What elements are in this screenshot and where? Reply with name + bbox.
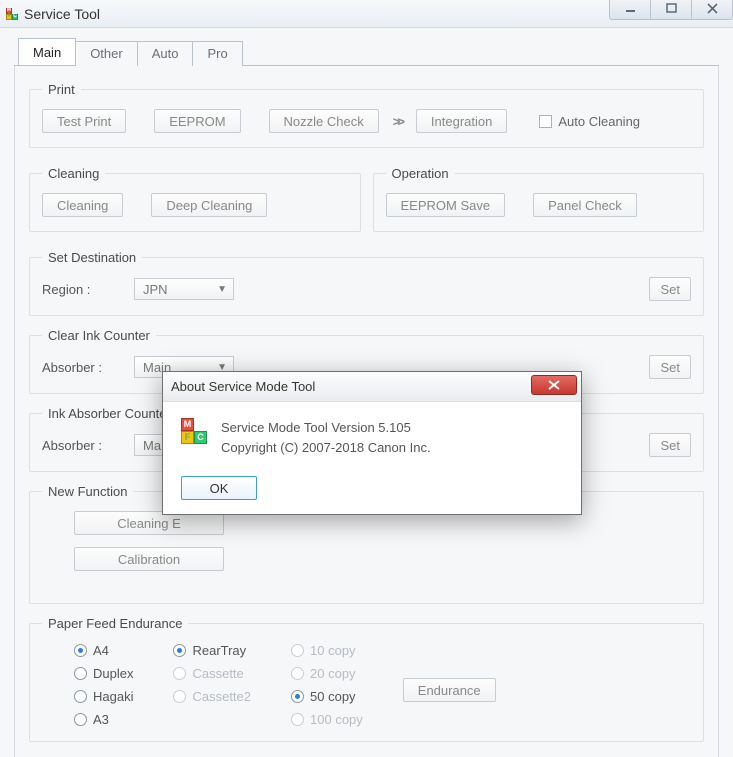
radio-50copy[interactable]: 50 copy (291, 689, 363, 704)
legend-new-function: New Function (42, 484, 133, 499)
close-button[interactable] (691, 0, 733, 20)
ink-absorber-value: Ma (143, 438, 161, 453)
cleaning-button[interactable]: Cleaning (42, 193, 123, 217)
radio-100copy[interactable]: 100 copy (291, 712, 363, 727)
radio-reartray[interactable]: RearTray (173, 643, 251, 658)
chevron-down-icon: ▼ (217, 284, 227, 295)
legend-paper-feed: Paper Feed Endurance (42, 616, 188, 631)
maximize-button[interactable] (650, 0, 692, 20)
legend-print: Print (42, 82, 81, 97)
group-set-destination: Set Destination Region : JPN ▼ Set (29, 250, 704, 316)
tab-auto[interactable]: Auto (137, 41, 194, 66)
calibration-button[interactable]: Calibration (74, 547, 224, 571)
copies-radios: 10 copy 20 copy 50 copy 100 copy (291, 643, 363, 727)
window-buttons (610, 0, 733, 20)
auto-cleaning-label: Auto Cleaning (558, 114, 640, 129)
integration-button[interactable]: Integration (416, 109, 507, 133)
set-destination-set-button[interactable]: Set (649, 277, 691, 301)
tabstrip: Main Other Auto Pro (14, 38, 719, 66)
legend-clear-ink: Clear Ink Counter (42, 328, 156, 343)
about-text: Service Mode Tool Version 5.105 Copyrigh… (221, 418, 431, 458)
minimize-button[interactable] (609, 0, 651, 20)
radio-10copy[interactable]: 10 copy (291, 643, 363, 658)
tray-radios: RearTray Cassette Cassette2 (173, 643, 251, 704)
about-icon: M FC (181, 418, 207, 444)
legend-set-destination: Set Destination (42, 250, 142, 265)
endurance-button[interactable]: Endurance (403, 678, 496, 702)
eeprom-save-button[interactable]: EEPROM Save (386, 193, 506, 217)
deep-cleaning-button[interactable]: Deep Cleaning (151, 193, 267, 217)
nozzle-check-button[interactable]: Nozzle Check (269, 109, 379, 133)
auto-cleaning-checkbox[interactable]: Auto Cleaning (539, 114, 640, 129)
about-line1: Service Mode Tool Version 5.105 (221, 418, 431, 438)
about-close-button[interactable] (531, 375, 577, 395)
group-paper-feed: Paper Feed Endurance A4 Duplex Hagaki A3… (29, 616, 704, 742)
about-titlebar: About Service Mode Tool (163, 372, 581, 402)
tab-other[interactable]: Other (75, 41, 138, 66)
paper-size-radios: A4 Duplex Hagaki A3 (74, 643, 133, 727)
radio-a4[interactable]: A4 (74, 643, 133, 658)
about-title: About Service Mode Tool (171, 379, 315, 394)
radio-cassette2[interactable]: Cassette2 (173, 689, 251, 704)
legend-cleaning: Cleaning (42, 166, 105, 181)
legend-operation: Operation (386, 166, 455, 181)
eeprom-button[interactable]: EEPROM (154, 109, 240, 133)
legend-ink-absorber: Ink Absorber Counter (42, 406, 177, 421)
about-body: M FC Service Mode Tool Version 5.105 Cop… (163, 402, 581, 514)
about-line2: Copyright (C) 2007-2018 Canon Inc. (221, 438, 431, 458)
arrows-icon: >> (393, 114, 402, 129)
clear-ink-set-button[interactable]: Set (649, 355, 691, 379)
group-print: Print Test Print EEPROM Nozzle Check >> … (29, 82, 704, 148)
radio-20copy[interactable]: 20 copy (291, 666, 363, 681)
panel-check-button[interactable]: Panel Check (533, 193, 637, 217)
app-window: M FC Service Tool Main Other Auto Pro Pr… (0, 0, 733, 757)
group-operation: Operation EEPROM Save Panel Check (373, 166, 705, 232)
ink-absorber-set-button[interactable]: Set (649, 433, 691, 457)
radio-duplex[interactable]: Duplex (74, 666, 133, 681)
absorber-label-2: Absorber : (42, 438, 120, 453)
region-label: Region : (42, 282, 120, 297)
window-title: Service Tool (24, 6, 100, 22)
group-cleaning: Cleaning Cleaning Deep Cleaning (29, 166, 361, 232)
checkbox-box (539, 115, 552, 128)
region-value: JPN (143, 282, 168, 297)
tab-pro[interactable]: Pro (192, 41, 242, 66)
about-ok-button[interactable]: OK (181, 476, 257, 500)
radio-cassette[interactable]: Cassette (173, 666, 251, 681)
tab-main[interactable]: Main (18, 38, 76, 65)
region-select[interactable]: JPN ▼ (134, 278, 234, 300)
radio-a3[interactable]: A3 (74, 712, 133, 727)
absorber-label-1: Absorber : (42, 360, 120, 375)
radio-hagaki[interactable]: Hagaki (74, 689, 133, 704)
app-icon: M FC (6, 8, 18, 20)
titlebar: M FC Service Tool (0, 0, 733, 28)
about-dialog: About Service Mode Tool M FC Service Mod… (162, 371, 582, 515)
test-print-button[interactable]: Test Print (42, 109, 126, 133)
